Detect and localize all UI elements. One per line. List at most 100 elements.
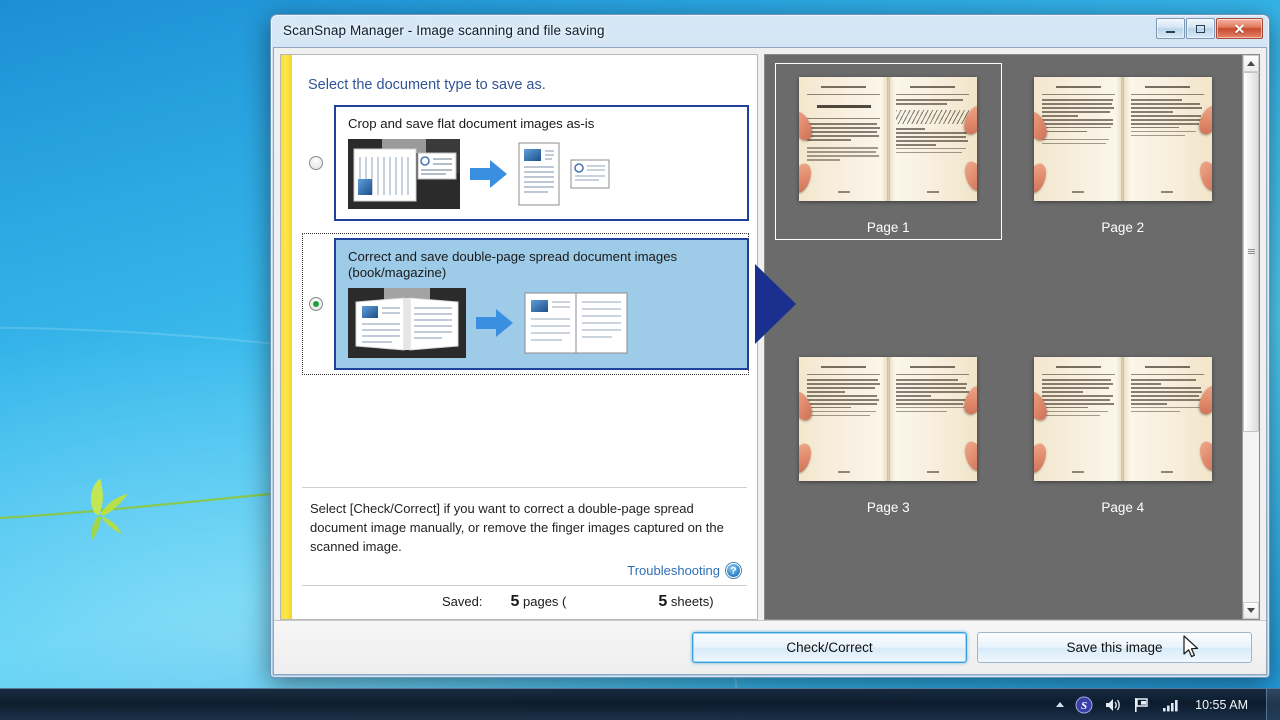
scansnap-manager-window: ScanSnap Manager - Image scanning and fi…	[270, 14, 1270, 678]
yellow-accent-bar	[281, 55, 292, 619]
saved-pages-unit: pages (	[523, 594, 567, 609]
minimize-button[interactable]	[1156, 18, 1185, 39]
wallpaper-plant-sprig	[0, 478, 290, 540]
close-button[interactable]: ✕	[1216, 18, 1263, 39]
windows-taskbar: S 10:55 AM	[0, 688, 1280, 720]
thumbnail-item[interactable]: Page 4	[1006, 339, 1241, 619]
spread-right-page	[888, 357, 977, 481]
document-type-content: Select the document type to save as. Cro…	[292, 55, 796, 619]
page-caption: Page 3	[866, 500, 910, 515]
thumbnail-preview-panel: Page 1 Page 2 Page 3 Page 4	[764, 54, 1260, 620]
main-content: Select the document type to save as. Cro…	[274, 48, 1266, 620]
open-book-on-scanbed-icon	[348, 287, 466, 358]
window-client-area: Select the document type to save as. Cro…	[273, 47, 1267, 675]
spread-left-page	[1034, 77, 1123, 201]
page-caption: Page 4	[1101, 500, 1145, 515]
taskbar-clock[interactable]: 10:55 AM	[1195, 698, 1248, 712]
desktop: ScanSnap Manager - Image scanning and fi…	[0, 0, 1280, 720]
thumbnail-scrollbar[interactable]	[1242, 55, 1259, 619]
scansnap-icon[interactable]: S	[1075, 696, 1093, 714]
option-label-flat-document: Crop and save flat document images as-is	[348, 116, 595, 131]
document-type-panel: Select the document type to save as. Cro…	[280, 54, 796, 620]
radio-dot	[313, 300, 319, 307]
arrow-right-icon	[476, 308, 513, 337]
book-spread-scan	[799, 357, 978, 481]
cropped-business-card-icon	[570, 159, 610, 188]
arrow-right-icon	[470, 159, 507, 188]
cropped-document-icon	[518, 142, 560, 205]
thumbnail-frame-page-4[interactable]: Page 4	[1010, 343, 1237, 520]
book-spread-scan	[1033, 77, 1212, 201]
spread-right-page	[1123, 357, 1212, 481]
minimize-icon	[1166, 31, 1175, 33]
page-caption: Page 1	[866, 220, 910, 235]
page-preview-image	[795, 70, 982, 208]
maximize-button[interactable]	[1186, 18, 1215, 39]
save-this-image-button[interactable]: Save this image	[977, 632, 1252, 663]
saved-sheets-unit: sheets)	[670, 594, 714, 609]
thumbnail-item[interactable]: Page 3	[771, 339, 1006, 619]
troubleshooting-row[interactable]: Troubleshooting ?	[300, 557, 749, 585]
saved-pages-count: 5	[510, 593, 520, 610]
network-signal-icon[interactable]	[1162, 698, 1180, 712]
scrollbar-track[interactable]	[1243, 72, 1259, 602]
action-center-flag-icon[interactable]	[1133, 697, 1151, 713]
spread-left-page	[799, 357, 888, 481]
close-icon: ✕	[1233, 20, 1246, 37]
thumbnail-item[interactable]: Page 2	[1006, 59, 1241, 339]
mouse-cursor	[1183, 635, 1199, 658]
thumbnail-frame-page-3[interactable]: Page 3	[775, 343, 1002, 520]
volume-icon[interactable]	[1104, 697, 1122, 713]
show-hidden-icons-icon[interactable]	[1056, 702, 1065, 707]
option-box-flat-document[interactable]: Crop and save flat document images as-is	[334, 105, 749, 221]
radio-double-page[interactable]	[309, 296, 323, 311]
double-page-illustration	[348, 287, 735, 358]
window-title: ScanSnap Manager - Image scanning and fi…	[283, 23, 605, 38]
saved-status-row: Saved: 5 pages ( 5 sheets)	[300, 586, 749, 619]
page-preview-image	[1029, 350, 1216, 488]
book-spread-scan	[799, 77, 978, 201]
page-caption: Page 2	[1101, 220, 1145, 235]
option-row-double-page[interactable]: Correct and save double-page spread docu…	[300, 237, 749, 370]
troubleshooting-link[interactable]: Troubleshooting	[627, 563, 720, 578]
check-correct-button[interactable]: Check/Correct	[692, 632, 967, 663]
maximize-icon	[1196, 24, 1205, 33]
system-tray: S 10:55 AM	[1056, 696, 1266, 714]
scroll-up-button[interactable]	[1243, 55, 1259, 72]
option-row-flat-document[interactable]: Crop and save flat document images as-is	[300, 105, 749, 221]
svg-text:S: S	[1081, 700, 1087, 712]
thumbnail-item[interactable]: Page 1	[771, 59, 1006, 339]
grip-icon	[1247, 249, 1255, 256]
saved-sheets-count: 5	[658, 593, 668, 610]
scroll-down-button[interactable]	[1243, 602, 1259, 619]
dialog-footer: Check/Correct Save this image	[274, 620, 1266, 674]
saved-label: Saved:	[442, 594, 483, 609]
selection-arrow-icon	[755, 263, 796, 344]
panel-prompt: Select the document type to save as.	[308, 77, 546, 93]
option-box-double-page[interactable]: Correct and save double-page spread docu…	[334, 237, 749, 370]
chevron-down-icon	[1247, 608, 1255, 613]
saved-pages: 5 pages (	[510, 593, 566, 611]
spread-left-page	[799, 77, 888, 201]
title-bar[interactable]: ScanSnap Manager - Image scanning and fi…	[273, 17, 1267, 47]
corrected-spread-icon	[524, 292, 628, 353]
show-desktop-button[interactable]	[1266, 688, 1280, 720]
chevron-up-icon	[1247, 61, 1255, 66]
book-spread-scan	[1033, 357, 1212, 481]
scrollbar-thumb[interactable]	[1243, 72, 1259, 433]
thumbnail-frame-page-2[interactable]: Page 2	[1010, 63, 1237, 240]
saved-sheets: 5 sheets)	[658, 593, 713, 611]
thumbnail-grid: Page 1 Page 2 Page 3 Page 4	[765, 55, 1242, 619]
radio-flat-document[interactable]	[309, 155, 323, 170]
option-label-double-page: Correct and save double-page spread docu…	[348, 248, 678, 281]
scanbed-with-document-icon	[348, 138, 460, 209]
page-preview-image	[795, 350, 982, 488]
window-controls: ✕	[1156, 18, 1263, 39]
spread-right-page	[888, 77, 977, 201]
page-preview-image	[1029, 70, 1216, 208]
thumbnail-frame-page-1[interactable]: Page 1	[775, 63, 1002, 240]
hint-text: Select [Check/Correct] if you want to co…	[310, 501, 724, 555]
help-icon[interactable]: ?	[726, 563, 741, 578]
option-wrap-double-page: Correct and save double-page spread docu…	[300, 232, 796, 375]
flat-document-illustration	[348, 138, 735, 209]
